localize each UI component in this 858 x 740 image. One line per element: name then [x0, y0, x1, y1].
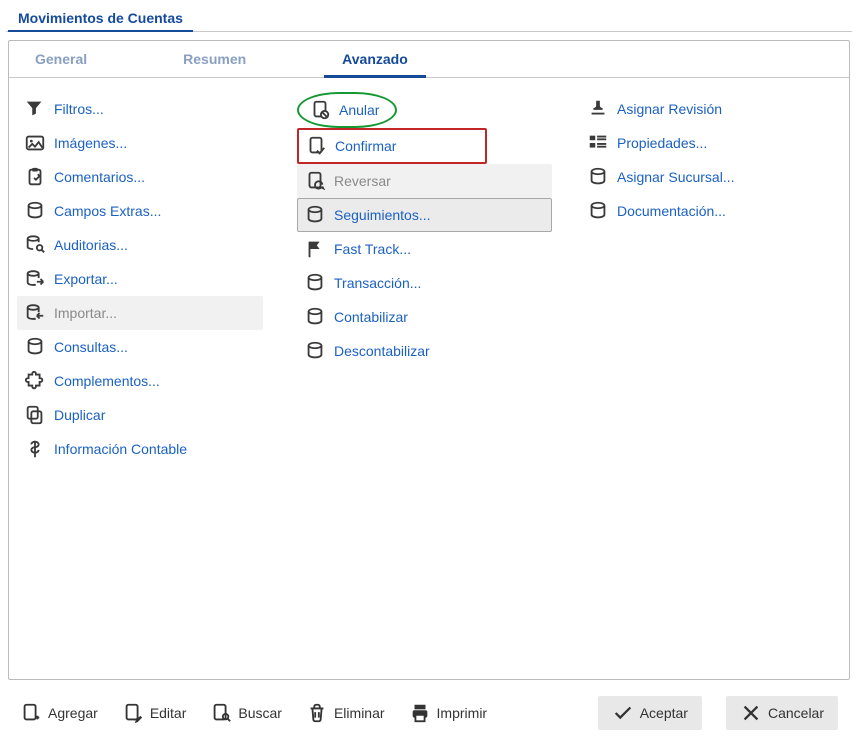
agregar-button[interactable]: Agregar	[20, 702, 98, 724]
toolbar: Agregar Editar Buscar Eliminar Imprimir …	[8, 688, 850, 740]
doc-reverse-icon	[304, 170, 326, 192]
menu-label: Reversar	[334, 173, 391, 189]
button-label: Agregar	[48, 705, 98, 721]
menu-descontabilizar[interactable]: Descontabilizar	[297, 334, 552, 368]
menu-label: Complementos...	[54, 373, 160, 389]
menu-label: Anular	[339, 102, 379, 118]
menu-asignar-sucursal[interactable]: Asignar Sucursal...	[580, 160, 840, 194]
menu-label: Asignar Sucursal...	[617, 169, 735, 185]
eliminar-button[interactable]: Eliminar	[306, 702, 385, 724]
x-icon	[740, 702, 762, 724]
menu-auditorias[interactable]: Auditorias...	[17, 228, 263, 262]
stamp-icon	[587, 98, 609, 120]
button-label: Cancelar	[768, 705, 824, 721]
tabstrip: General Resumen Avanzado	[9, 41, 849, 78]
button-label: Buscar	[238, 705, 282, 721]
database-icon	[587, 166, 609, 188]
button-label: Imprimir	[437, 705, 488, 721]
import-icon	[24, 302, 46, 324]
editar-button[interactable]: Editar	[122, 702, 187, 724]
menu-confirmar[interactable]: Confirmar	[297, 128, 487, 164]
button-label: Eliminar	[334, 705, 385, 721]
menu-label: Auditorias...	[54, 237, 128, 253]
menu-contabilizar[interactable]: Contabilizar	[297, 300, 552, 334]
doc-add-icon	[20, 702, 42, 724]
menu-comentarios[interactable]: Comentarios...	[17, 160, 263, 194]
flag-icon	[304, 238, 326, 260]
database-icon	[587, 200, 609, 222]
menu-consultas[interactable]: Consultas...	[17, 330, 263, 364]
menu-label: Seguimientos...	[334, 207, 431, 223]
clipboard-icon	[24, 166, 46, 188]
menu-seguimientos[interactable]: Seguimientos...	[297, 198, 552, 232]
menu-info-contable[interactable]: Información Contable	[17, 432, 263, 466]
button-label: Aceptar	[640, 705, 688, 721]
database-icon	[304, 272, 326, 294]
menu-importar[interactable]: Importar...	[17, 296, 263, 330]
menu-anular[interactable]: Anular	[297, 92, 397, 128]
button-label: Editar	[150, 705, 187, 721]
image-icon	[24, 132, 46, 154]
export-icon	[24, 268, 46, 290]
tab-resumen[interactable]: Resumen	[165, 41, 264, 78]
copy-icon	[24, 404, 46, 426]
tab-avanzado[interactable]: Avanzado	[324, 41, 426, 78]
cancelar-button[interactable]: Cancelar	[726, 696, 838, 730]
database-icon	[24, 336, 46, 358]
doc-search-icon	[210, 702, 232, 724]
doc-edit-icon	[122, 702, 144, 724]
menu-label: Información Contable	[54, 441, 187, 457]
menu-label: Imágenes...	[54, 135, 127, 151]
menu-reversar[interactable]: Reversar	[297, 164, 552, 198]
database-icon	[304, 340, 326, 362]
menu-filtros[interactable]: Filtros...	[17, 92, 263, 126]
aceptar-button[interactable]: Aceptar	[598, 696, 702, 730]
menu-propiedades[interactable]: Propiedades...	[580, 126, 840, 160]
menu-fast-track[interactable]: Fast Track...	[297, 232, 552, 266]
menu-label: Comentarios...	[54, 169, 145, 185]
db-search-icon	[24, 234, 46, 256]
menu-label: Fast Track...	[334, 241, 411, 257]
print-icon	[409, 702, 431, 724]
menu-label: Duplicar	[54, 407, 105, 423]
dollar-icon	[24, 438, 46, 460]
menu-duplicar[interactable]: Duplicar	[17, 398, 263, 432]
menu-label: Contabilizar	[334, 309, 408, 325]
menu-label: Exportar...	[54, 271, 118, 287]
tab-general[interactable]: General	[17, 41, 105, 78]
menu-label: Importar...	[54, 305, 117, 321]
trash-icon	[306, 702, 328, 724]
menu-label: Propiedades...	[617, 135, 707, 151]
doc-cancel-icon	[309, 99, 331, 121]
properties-icon	[587, 132, 609, 154]
menu-label: Documentación...	[617, 203, 726, 219]
imprimir-button[interactable]: Imprimir	[409, 702, 488, 724]
database-icon	[304, 204, 326, 226]
menu-imagenes[interactable]: Imágenes...	[17, 126, 263, 160]
menu-transaccion[interactable]: Transacción...	[297, 266, 552, 300]
menu-campos-extras[interactable]: Campos Extras...	[17, 194, 263, 228]
menu-label: Consultas...	[54, 339, 128, 355]
panel-body: General Resumen Avanzado Filtros... Imág…	[8, 40, 850, 680]
doc-check-icon	[305, 135, 327, 157]
menu-label: Descontabilizar	[334, 343, 430, 359]
menu-exportar[interactable]: Exportar...	[17, 262, 263, 296]
menu-documentacion[interactable]: Documentación...	[580, 194, 840, 228]
database-icon	[24, 200, 46, 222]
menu-label: Campos Extras...	[54, 203, 161, 219]
check-icon	[612, 702, 634, 724]
menu-asignar-revision[interactable]: Asignar Revisión	[580, 92, 840, 126]
filter-icon	[24, 98, 46, 120]
menu-complementos[interactable]: Complementos...	[17, 364, 263, 398]
puzzle-icon	[24, 370, 46, 392]
menu-label: Filtros...	[54, 101, 104, 117]
buscar-button[interactable]: Buscar	[210, 702, 282, 724]
database-icon	[304, 306, 326, 328]
menu-label: Confirmar	[335, 138, 396, 154]
window-title: Movimientos de Cuentas	[8, 4, 193, 32]
menu-label: Transacción...	[334, 275, 421, 291]
menu-label: Asignar Revisión	[617, 101, 722, 117]
